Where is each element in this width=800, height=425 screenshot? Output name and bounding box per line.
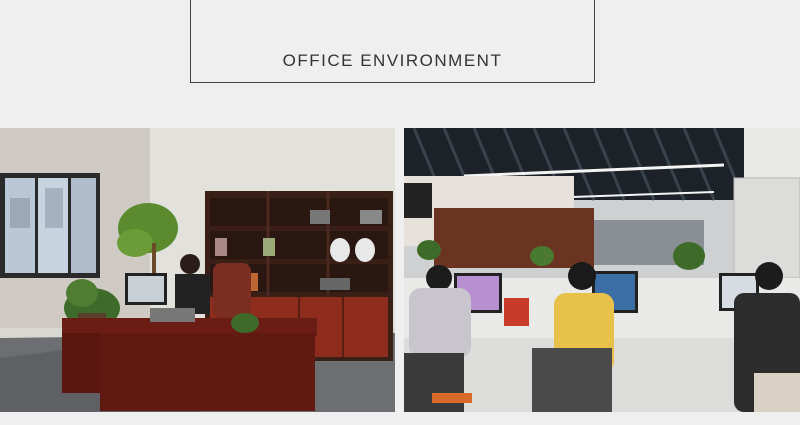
header-frame: OFFICE ENVIRONMENT (190, 0, 595, 83)
office-manager-room-photo (0, 128, 395, 412)
page-title: OFFICE ENVIRONMENT (282, 51, 503, 70)
open-plan-office-photo (404, 128, 800, 412)
